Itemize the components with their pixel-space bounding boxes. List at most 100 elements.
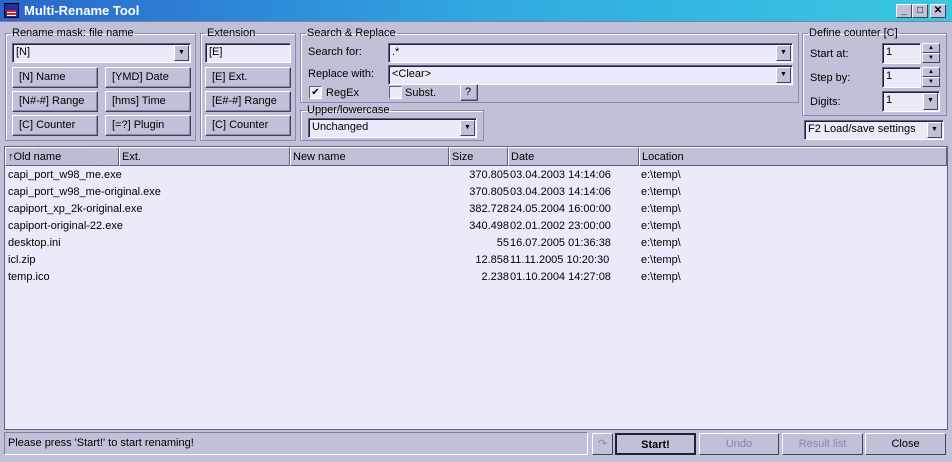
column-label: Old name [13,151,62,163]
old-name-cell: capi_port_w98_me.exe [8,169,122,181]
plugin-button[interactable]: [=?] Plugin [105,115,191,136]
name-button[interactable]: [N] Name [12,67,98,88]
digits-label: Digits: [810,96,841,108]
step-down-button[interactable]: ▼ [922,77,940,87]
case-value: Unchanged [312,121,369,133]
step-up-button[interactable]: ▲ [922,67,940,77]
date-button[interactable]: [YMD] Date [105,67,191,88]
ext-button[interactable]: [E] Ext. [205,67,291,88]
range-button[interactable]: [N#-#] Range [12,91,98,112]
size-cell: 370.805 [469,186,509,198]
chevron-down-icon[interactable]: ▼ [776,67,791,83]
chevron-down-icon[interactable]: ▼ [776,45,791,61]
chevron-down-icon[interactable]: ▼ [174,45,189,61]
location-cell: e:\temp\ [641,203,681,215]
close-window-button[interactable]: ✕ [930,4,946,18]
size-cell: 340.498 [469,220,509,232]
date-cell: 02.01.2002 23:00:00 [510,220,611,232]
column-old-name[interactable]: ↑Old name [5,147,119,166]
chevron-down-icon[interactable]: ▼ [923,93,938,110]
app-icon [4,3,19,18]
replace-combo[interactable]: <Clear> ▼ [388,65,793,85]
digits-combo[interactable]: 1 ▼ [882,91,940,112]
date-cell: 01.10.2004 14:27:08 [510,271,611,283]
close-button[interactable]: Close [865,433,946,455]
start-input[interactable]: 1 [882,43,921,64]
ext-counter-button[interactable]: [C] Counter [205,115,291,136]
old-name-cell: capiport_xp_2k-original.exe [8,203,143,215]
column-ext[interactable]: Ext. [119,147,290,166]
old-name-cell: temp.ico [8,271,50,283]
column-new-name[interactable]: New name [290,147,449,166]
digits-value: 1 [886,94,893,106]
time-button[interactable]: [hms] Time [105,91,191,112]
table-row[interactable]: capiport_xp_2k-original.exe 382.728 24.0… [5,201,945,218]
start-button[interactable]: Start! [615,433,696,455]
extension-legend: Extension [207,27,256,39]
table-row[interactable]: icl.zip 12.858 11.11.2005 10:20:30 e:\te… [5,252,945,269]
refresh-button[interactable]: ↷ [592,433,613,455]
date-cell: 03.04.2003 14:14:06 [510,169,611,181]
replace-label: Replace with: [308,68,375,80]
column-location[interactable]: Location [639,147,947,166]
start-down-button[interactable]: ▼ [922,53,940,63]
old-name-cell: capi_port_w98_me-original.exe [8,186,161,198]
location-cell: e:\temp\ [641,220,681,232]
table-row[interactable]: capi_port_w98_me.exe 370.805 03.04.2003 … [5,167,945,184]
file-list[interactable]: ↑Old name Ext. New name Size Date Locati… [4,146,948,430]
rename-mask-value: [N] [16,46,31,58]
search-replace-legend: Search & Replace [307,27,396,39]
column-size[interactable]: Size [449,147,508,166]
date-cell: 16.07.2005 01:36:38 [510,237,611,249]
help-button[interactable]: ? [460,84,478,101]
size-cell: 55 [496,237,509,249]
subst-checkbox[interactable] [389,86,402,99]
rename-mask-legend: Rename mask: file name [12,27,134,39]
counter-button[interactable]: [C] Counter [12,115,98,136]
table-row[interactable]: temp.ico 2.238 01.10.2004 14:27:08 e:\te… [5,269,945,286]
search-combo[interactable]: .* ▼ [388,43,793,63]
regex-checkbox[interactable]: ✔ [309,86,322,99]
step-input[interactable]: 1 [882,67,921,88]
size-cell: 2.238 [481,271,509,283]
result-list-button[interactable]: Result list [782,433,863,455]
size-cell: 382.728 [469,203,509,215]
maximize-button[interactable]: □ [912,4,928,18]
table-row[interactable]: desktop.ini 55 16.07.2005 01:36:38 e:\te… [5,235,945,252]
table-row[interactable]: capi_port_w98_me-original.exe 370.805 03… [5,184,945,201]
replace-value: <Clear> [392,68,432,80]
settings-value: F2 Load/save settings [808,123,916,135]
date-cell: 11.11.2005 10:20:30 [510,254,610,266]
counter-legend: Define counter [C] [809,27,898,39]
subst-label: Subst. [405,87,437,99]
size-cell: 370.805 [469,169,509,181]
chevron-down-icon[interactable]: ▼ [927,122,942,138]
undo-button[interactable]: Undo [699,433,779,455]
table-row[interactable]: capiport-original-22.exe 340.498 02.01.2… [5,218,945,235]
case-combo[interactable]: Unchanged ▼ [308,118,477,138]
extension-input[interactable]: [E] [205,43,291,63]
settings-combo[interactable]: F2 Load/save settings ▼ [804,120,944,140]
rename-mask-combo[interactable]: [N] ▼ [12,43,191,63]
start-up-button[interactable]: ▲ [922,43,940,53]
case-legend: Upper/lowercase [307,104,390,116]
ext-range-button[interactable]: [E#-#] Range [205,91,291,112]
location-cell: e:\temp\ [641,271,681,283]
date-cell: 03.04.2003 14:14:06 [510,186,611,198]
size-cell: 12.858 [475,254,509,266]
regex-label: RegEx [326,87,360,99]
search-value: .* [392,46,400,58]
status-bar: Please press 'Start!' to start renaming! [4,432,588,455]
chevron-down-icon[interactable]: ▼ [460,120,475,136]
window-title: Multi-Rename Tool [24,3,140,18]
minimize-button[interactable]: _ [896,4,912,18]
location-cell: e:\temp\ [641,237,681,249]
location-cell: e:\temp\ [641,169,681,181]
start-label: Start at: [810,48,849,60]
location-cell: e:\temp\ [641,186,681,198]
title-bar: Multi-Rename Tool _ □ ✕ [0,0,952,22]
old-name-cell: desktop.ini [8,237,61,249]
search-label: Search for: [308,46,362,58]
location-cell: e:\temp\ [641,254,681,266]
column-date[interactable]: Date [508,147,639,166]
